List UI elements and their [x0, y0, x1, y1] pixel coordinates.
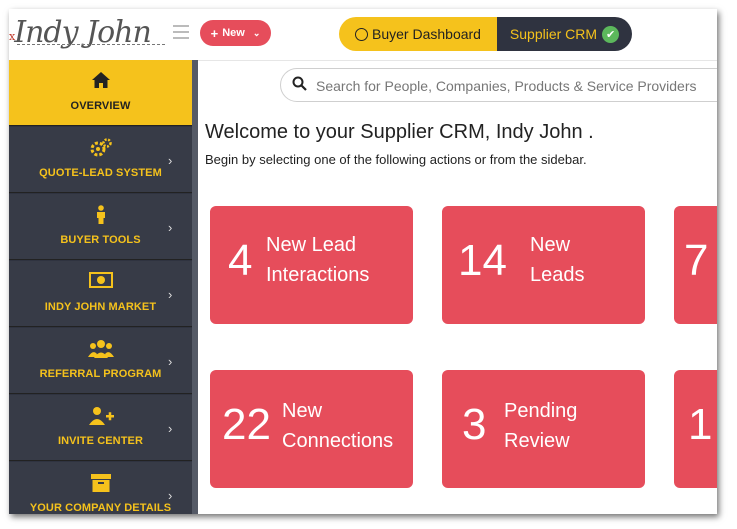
home-icon [9, 71, 192, 94]
logo-underline [17, 44, 165, 45]
card-label: New Lead Interactions [266, 234, 370, 286]
money-icon [9, 272, 192, 293]
card-label: Pending Review [504, 400, 578, 452]
person-icon [9, 205, 192, 230]
sidebar-scrollbar[interactable] [192, 60, 198, 514]
sidebar-item-referral-program[interactable]: REFERRAL PROGRAM › [9, 328, 192, 394]
buyer-dashboard-label: Buyer Dashboard [372, 26, 481, 42]
supplier-crm-label: Supplier CRM [509, 26, 598, 42]
pending-review-card[interactable]: 3 Pending Review [442, 370, 645, 488]
top-bar: xIndy John + New ⌄ Buyer Dashboard Suppl… [9, 9, 717, 61]
sidebar-item-label: QUOTE-LEAD SYSTEM [39, 167, 162, 179]
radio-circle-icon [355, 27, 369, 41]
page-subtitle: Begin by selecting one of the following … [205, 152, 587, 167]
sidebar-item-quote-lead-system[interactable]: QUOTE-LEAD SYSTEM › [9, 127, 192, 193]
chevron-right-icon: › [168, 488, 173, 503]
card-count: 1 [688, 400, 713, 449]
app-window: xIndy John + New ⌄ Buyer Dashboard Suppl… [9, 9, 717, 514]
new-lead-interactions-card[interactable]: 4 New Lead Interactions [210, 206, 413, 324]
check-circle-icon: ✔ [602, 25, 620, 43]
new-button[interactable]: + New ⌄ [200, 20, 271, 46]
card-count: 14 [458, 236, 507, 285]
sidebar-item-label: OVERVIEW [70, 100, 131, 112]
new-leads-card[interactable]: 14 New Leads [442, 206, 645, 324]
card-count: 22 [222, 400, 271, 449]
sidebar-item-label: INDY JOHN MARKET [44, 301, 157, 313]
search-icon[interactable] [292, 76, 307, 95]
hamburger-menu-icon[interactable] [173, 25, 189, 43]
sidebar-item-label: REFERRAL PROGRAM [39, 368, 162, 380]
supplier-crm-button[interactable]: Supplier CRM ✔ [497, 17, 632, 51]
search-input[interactable] [314, 75, 717, 97]
dashboard-toggle: Buyer Dashboard Supplier CRM ✔ [339, 17, 632, 51]
card-label: New Leads [530, 234, 585, 286]
new-button-label: New [222, 27, 245, 39]
card-count: 3 [462, 400, 487, 449]
users-icon [9, 339, 192, 364]
overflow-card-2[interactable]: 1 [674, 370, 717, 488]
gears-icon [9, 138, 192, 163]
chevron-right-icon: › [168, 354, 173, 369]
card-count: 7 [684, 236, 709, 285]
page-title: Welcome to your Supplier CRM, Indy John … [205, 121, 594, 143]
chevron-down-icon: ⌄ [252, 27, 261, 38]
sidebar-item-label: INVITE CENTER [57, 435, 144, 447]
card-count: 4 [228, 236, 253, 285]
chevron-right-icon: › [168, 153, 173, 168]
new-connections-card[interactable]: 22 New Connections [210, 370, 413, 488]
sidebar-item-label: BUYER TOOLS [60, 234, 141, 246]
sidebar-item-your-company-details[interactable]: YOUR COMPANY DETAILS › [9, 462, 192, 514]
buyer-dashboard-button[interactable]: Buyer Dashboard [339, 17, 497, 51]
sidebar-item-buyer-tools[interactable]: BUYER TOOLS › [9, 194, 192, 260]
sidebar-item-overview[interactable]: OVERVIEW [9, 60, 192, 126]
user-plus-icon [9, 406, 192, 431]
sidebar-item-indy-john-market[interactable]: INDY JOHN MARKET › [9, 261, 192, 327]
box-icon [9, 473, 192, 498]
chevron-right-icon: › [168, 421, 173, 436]
sidebar: OVERVIEW QUOTE-LEAD SYSTEM › BUYER TOOLS… [9, 60, 192, 514]
chevron-right-icon: › [168, 287, 173, 302]
sidebar-item-invite-center[interactable]: INVITE CENTER › [9, 395, 192, 461]
overflow-card-1[interactable]: 7 [674, 206, 717, 324]
card-label: New Connections [282, 400, 394, 452]
plus-icon: + [210, 25, 219, 41]
logo-mark: x [9, 30, 15, 43]
search-bar [280, 68, 717, 102]
chevron-right-icon: › [168, 220, 173, 235]
sidebar-item-label: YOUR COMPANY DETAILS [29, 502, 172, 514]
